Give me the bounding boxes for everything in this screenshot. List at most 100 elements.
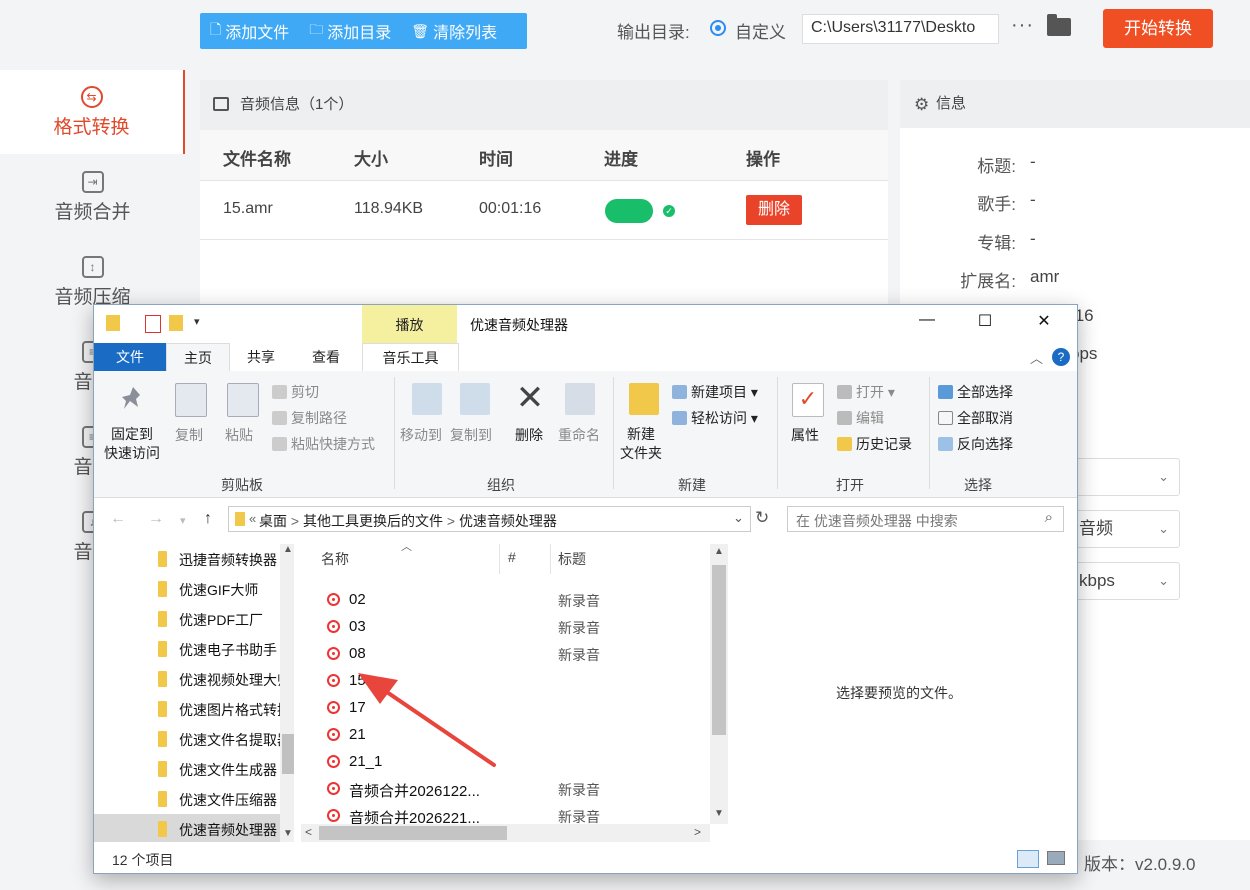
delete-button[interactable]: 删除: [746, 195, 802, 225]
breadcrumb-current[interactable]: 优速音频处理器: [459, 513, 557, 529]
nav-folder-item[interactable]: 优速文件生成器: [94, 754, 280, 784]
bitrate-select[interactable]: kbps ⌄: [1074, 562, 1180, 600]
file-list-item[interactable]: 音频合并2026122... 新录音: [301, 776, 701, 803]
column-divider[interactable]: [499, 544, 500, 574]
add-file-button[interactable]: 🗋 添加文件: [200, 19, 299, 43]
clear-list-button[interactable]: 🗑 清除列表: [401, 19, 507, 43]
breadcrumb-desktop[interactable]: 桌面: [259, 513, 287, 529]
scroll-up-icon[interactable]: ▲: [283, 544, 293, 555]
history-button[interactable]: 历史记录: [837, 434, 912, 454]
output-path-input[interactable]: C:\Users\31177\Deskto: [802, 14, 999, 44]
column-divider[interactable]: [550, 544, 551, 574]
copy-path-button[interactable]: 复制路径: [272, 408, 347, 428]
file-list-item[interactable]: 21: [301, 722, 701, 749]
maximize-icon[interactable]: ☐: [962, 311, 1008, 337]
select-all-button[interactable]: 全部选择: [938, 382, 1013, 402]
copy-button[interactable]: 复制: [175, 425, 203, 445]
properties-button[interactable]: 属性: [791, 425, 819, 445]
file-list-item[interactable]: 21_1: [301, 749, 701, 776]
new-item-button[interactable]: 新建项目 ▾: [672, 382, 758, 402]
tab-music-tools[interactable]: 音乐工具: [362, 343, 459, 372]
pin-quick-access-button[interactable]: 固定到 快速访问: [104, 425, 160, 463]
scroll-left-icon[interactable]: <: [305, 825, 312, 839]
tab-home[interactable]: 主页: [166, 343, 230, 372]
nav-folder-item[interactable]: 优速GIF大师: [94, 574, 280, 604]
more-options-button[interactable]: ···: [1011, 14, 1034, 37]
close-icon[interactable]: ✕: [1021, 311, 1067, 337]
column-name-header[interactable]: 名称: [321, 549, 349, 569]
details-view-icon[interactable]: [1017, 850, 1039, 868]
sidebar-item-format-convert[interactable]: ⇆ 格式转换: [0, 70, 185, 154]
refresh-icon[interactable]: ↻: [755, 508, 769, 528]
customize-quick-access-icon[interactable]: ▾: [194, 315, 200, 328]
channel-select[interactable]: 音频 ⌄: [1074, 510, 1180, 548]
move-to-button[interactable]: 移动到: [400, 425, 442, 445]
nav-folder-item[interactable]: 优速文件压缩器: [94, 784, 280, 814]
nav-folder-item[interactable]: 优速视频处理大师: [94, 664, 280, 694]
format-select[interactable]: ⌄: [1074, 458, 1180, 496]
custom-radio[interactable]: [710, 20, 726, 36]
open-folder-icon[interactable]: [1047, 14, 1071, 36]
large-icons-view-icon[interactable]: [1047, 851, 1065, 865]
invert-selection-button[interactable]: 反向选择: [938, 434, 1013, 454]
scroll-up-icon[interactable]: ▲: [714, 546, 724, 557]
properties-icon[interactable]: [145, 315, 161, 333]
new-folder-button[interactable]: 新建 文件夹: [620, 425, 662, 463]
address-box[interactable]: « 桌面 > 其他工具更换后的文件 > 优速音频处理器 ⌄: [228, 506, 751, 532]
help-icon[interactable]: ?: [1052, 348, 1070, 366]
nav-folder-item[interactable]: 迅捷音频转换器: [94, 544, 280, 574]
audio-file-icon: [327, 674, 340, 687]
nav-folder-item[interactable]: 优速PDF工厂: [94, 604, 280, 634]
column-number-header[interactable]: #: [508, 549, 516, 565]
convert-icon: ⇆: [80, 86, 103, 108]
scroll-right-icon[interactable]: >: [694, 825, 701, 839]
minimize-icon[interactable]: —: [904, 311, 950, 337]
paste-button[interactable]: 粘贴: [225, 425, 253, 445]
tab-view[interactable]: 查看: [294, 343, 358, 371]
explorer-title-bar: ▾ 播放 优速音频处理器 — ☐ ✕: [94, 305, 1077, 343]
nav-folder-item[interactable]: 优速电子书助手: [94, 634, 280, 664]
file-list-hscroll-thumb[interactable]: [319, 826, 507, 840]
nav-folder-item[interactable]: 优速图片格式转换器: [94, 694, 280, 724]
tab-file[interactable]: 文件: [94, 343, 166, 371]
file-list-item[interactable]: 15: [301, 668, 701, 695]
table-row[interactable]: 15.amr 118.94KB 00:01:16 ✓ 删除: [200, 181, 888, 240]
cut-button[interactable]: 剪切: [272, 382, 319, 402]
paste-shortcut-button[interactable]: 粘贴快捷方式: [272, 434, 375, 454]
file-list-item[interactable]: 03 新录音: [301, 614, 701, 641]
easy-access-button[interactable]: 轻松访问 ▾: [672, 408, 758, 428]
start-convert-button[interactable]: 开始转换: [1103, 9, 1213, 48]
edit-button[interactable]: 编辑: [837, 408, 884, 428]
title-label: 标题:: [977, 157, 1016, 176]
forward-arrow-icon[interactable]: →: [148, 510, 164, 528]
delete-button-ribbon[interactable]: 删除: [515, 425, 543, 445]
collapse-ribbon-icon[interactable]: ︿: [1030, 348, 1043, 367]
chevron-down-icon[interactable]: ⌄: [733, 510, 744, 526]
up-arrow-icon[interactable]: ↑: [204, 510, 212, 528]
add-directory-button[interactable]: 🗀 添加目录: [299, 19, 401, 43]
tab-share[interactable]: 共享: [230, 343, 292, 371]
rename-button[interactable]: 重命名: [558, 425, 600, 445]
copy-to-button[interactable]: 复制到: [450, 425, 492, 445]
scroll-down-icon[interactable]: ▼: [283, 828, 293, 839]
scroll-down-icon[interactable]: ▼: [714, 808, 724, 819]
new-folder-icon[interactable]: [169, 315, 183, 331]
breadcrumb-other-tools[interactable]: 其他工具更换后的文件: [303, 513, 443, 529]
file-list-item[interactable]: 17: [301, 695, 701, 722]
open-button[interactable]: 打开 ▾: [837, 382, 895, 402]
select-none-button[interactable]: 全部取消: [938, 408, 1013, 428]
nav-folder-item-selected[interactable]: 优速音频处理器: [94, 814, 280, 842]
breadcrumb-overflow-icon[interactable]: «: [249, 511, 256, 526]
file-list-item[interactable]: 08 新录音: [301, 641, 701, 668]
nav-folder-item[interactable]: 优速文件名提取器: [94, 724, 280, 754]
sidebar-item-audio-merge[interactable]: ⇥ 音频合并: [0, 155, 185, 239]
nav-scrollbar[interactable]: [280, 544, 294, 842]
nav-scroll-thumb[interactable]: [282, 734, 294, 774]
back-arrow-icon[interactable]: ←: [110, 510, 126, 528]
file-list-scroll-thumb[interactable]: [712, 565, 726, 735]
image-icon: [213, 97, 229, 111]
file-list-item[interactable]: 02 新录音: [301, 587, 701, 614]
search-input[interactable]: 在 优速音频处理器 中搜索 ⌕: [787, 506, 1064, 532]
recent-locations-icon[interactable]: ▾: [180, 514, 186, 527]
column-title-header[interactable]: 标题: [558, 549, 586, 569]
